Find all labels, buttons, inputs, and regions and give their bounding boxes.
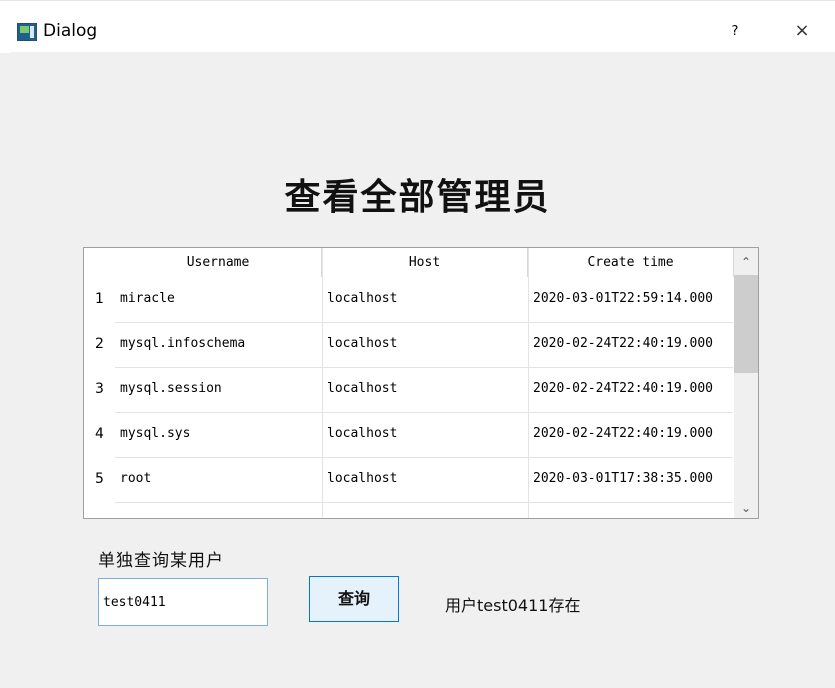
row-divider bbox=[115, 457, 733, 458]
column-header-username[interactable]: Username bbox=[115, 248, 322, 277]
scroll-down-arrow-icon[interactable]: ⌄ bbox=[734, 496, 758, 518]
page-title: 查看全部管理员 bbox=[284, 176, 551, 218]
row-divider bbox=[115, 367, 733, 368]
username-search-input[interactable] bbox=[98, 578, 268, 626]
row-number[interactable]: 5 bbox=[84, 471, 115, 487]
query-result-text: 用户test0411存在 bbox=[445, 596, 581, 615]
admin-table: Username Host Create time 1 miracle loca… bbox=[83, 247, 759, 519]
column-divider bbox=[322, 248, 323, 518]
cell-username[interactable]: root bbox=[120, 471, 151, 486]
column-header-host[interactable]: Host bbox=[322, 248, 528, 277]
cell-username[interactable]: mysql.infoschema bbox=[120, 336, 245, 351]
cell-create-time[interactable]: 2020-02-24T22:40:19.000 bbox=[533, 336, 713, 351]
cell-host[interactable]: localhost bbox=[327, 336, 397, 351]
row-number[interactable]: 4 bbox=[84, 426, 115, 442]
cell-create-time[interactable]: 2020-03-01T17:38:35.000 bbox=[533, 471, 713, 486]
help-button[interactable]: ? bbox=[728, 22, 742, 42]
search-user-label: 单独查询某用户 bbox=[98, 551, 224, 571]
app-icon bbox=[17, 23, 37, 41]
row-divider bbox=[115, 412, 733, 413]
row-number[interactable]: 1 bbox=[84, 291, 115, 307]
cell-create-time[interactable]: 2020-02-24T22:40:19.000 bbox=[533, 381, 713, 396]
cell-create-time[interactable]: 2020-03-01T22:59:14.000 bbox=[533, 291, 713, 306]
row-divider bbox=[115, 502, 733, 503]
window-title: Dialog bbox=[43, 21, 98, 41]
table-corner bbox=[84, 248, 115, 277]
row-number[interactable]: 2 bbox=[84, 336, 115, 352]
row-divider bbox=[115, 322, 733, 323]
close-button[interactable]: × bbox=[793, 20, 811, 42]
cell-username[interactable]: mysql.sys bbox=[120, 426, 190, 441]
title-bar: Dialog ? × bbox=[0, 0, 835, 53]
cell-username[interactable]: mysql.session bbox=[120, 381, 222, 396]
scroll-up-arrow-icon[interactable]: ⌃ bbox=[734, 250, 758, 274]
column-divider bbox=[528, 248, 529, 518]
cell-host[interactable]: localhost bbox=[327, 471, 397, 486]
cell-username[interactable]: miracle bbox=[120, 291, 175, 306]
scrollbar-thumb[interactable] bbox=[734, 275, 758, 373]
row-number[interactable]: 3 bbox=[84, 381, 115, 397]
column-header-create-time[interactable]: Create time bbox=[528, 248, 734, 277]
cell-host[interactable]: localhost bbox=[327, 426, 397, 441]
cell-host[interactable]: localhost bbox=[327, 291, 397, 306]
cell-create-time[interactable]: 2020-02-24T22:40:19.000 bbox=[533, 426, 713, 441]
vertical-scrollbar[interactable]: ⌃ ⌄ bbox=[734, 248, 758, 518]
query-button[interactable]: 查询 bbox=[309, 576, 399, 622]
cell-host[interactable]: localhost bbox=[327, 381, 397, 396]
